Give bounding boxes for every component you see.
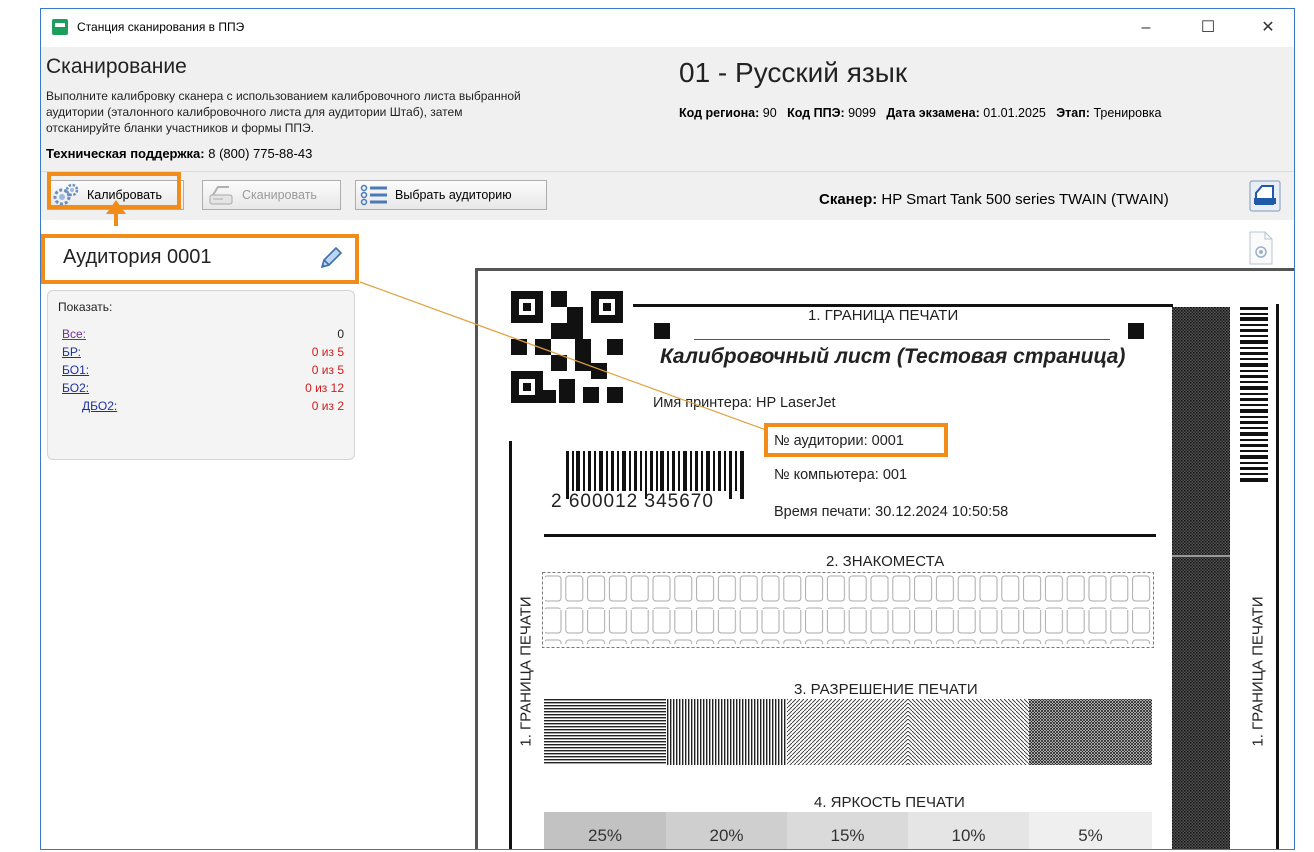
printer-name: Имя принтера: HP LaserJet <box>653 395 836 411</box>
stage-value: Тренировка <box>1093 106 1162 120</box>
room-name: Аудитория 0001 <box>63 246 212 268</box>
stage-label: Этап: <box>1056 106 1090 120</box>
support-info: Техническая поддержка: 8 (800) 775-88-43 <box>46 146 312 161</box>
brightness-scale: 25% 20% 15% 10% 5% <box>544 812 1152 849</box>
marker-square <box>654 323 670 339</box>
description-line: аудитории (эталонного калибровочного лис… <box>46 105 463 119</box>
minimize-button[interactable]: – <box>1123 13 1169 43</box>
scan-button[interactable]: Сканировать <box>202 180 341 210</box>
window-title: Станция сканирования в ППЭ <box>77 20 245 34</box>
filter-row-all: Все: 0 <box>62 327 344 345</box>
title-bar: Станция сканирования в ППЭ – ☐ ✕ <box>41 9 1294 47</box>
marker-square <box>1128 323 1144 339</box>
support-phone: 8 (800) 775-88-43 <box>208 146 313 161</box>
room-header: Аудитория 0001 <box>41 234 359 284</box>
filter-link-bo2[interactable]: БО2: <box>62 381 89 395</box>
exam-date-label: Дата экзамена: <box>886 106 980 120</box>
scanner-label: Сканер: <box>819 191 878 208</box>
scan-label: Сканировать <box>242 188 317 202</box>
main-area: Аудитория 0001 Показать: Все: 0 БР: 0 из… <box>41 220 1294 849</box>
brightness-cell: 20% <box>666 812 787 849</box>
calibrate-label: Калибровать <box>87 188 162 202</box>
ppe-code-value: 9099 <box>848 106 876 120</box>
filter-count: 0 из 2 <box>311 399 344 413</box>
border-rule <box>694 339 1110 340</box>
show-label: Показать: <box>58 300 113 314</box>
scanner-settings-icon[interactable] <box>1249 180 1281 212</box>
char-boxes-grid <box>542 572 1154 648</box>
filter-row-dbo2: ДБО2: 0 из 2 <box>82 399 344 417</box>
right-border-line <box>1276 304 1279 849</box>
support-label: Техническая поддержка: <box>46 146 205 161</box>
filter-row-bo1: БО1: 0 из 5 <box>62 363 344 381</box>
section-char-boxes: 2. ЗНАКОМЕСТА <box>826 553 945 570</box>
close-button[interactable]: ✕ <box>1245 13 1291 43</box>
gears-icon <box>53 183 79 206</box>
qr-code-icon <box>511 291 623 403</box>
print-time-line: Время печати: 30.12.2024 10:50:58 <box>774 504 1009 520</box>
exam-date-value: 01.01.2025 <box>983 106 1046 120</box>
filter-link-br[interactable]: БР: <box>62 345 81 359</box>
select-room-button[interactable]: Выбрать аудиторию <box>355 180 547 210</box>
section-resolution: 3. РАЗРЕШЕНИЕ ПЕЧАТИ <box>794 681 978 698</box>
document-filter-panel: Показать: Все: 0 БР: 0 из 5 БО1: 0 из 5 … <box>47 290 355 460</box>
app-icon <box>52 19 68 35</box>
barcode-number: 2 600012 345670 <box>551 491 714 512</box>
filter-link-bo1[interactable]: БО1: <box>62 363 89 377</box>
exam-meta: Код региона: 90 Код ППЭ: 9099 Дата экзам… <box>679 106 1161 120</box>
scanner-info: Сканер: HP Smart Tank 500 series TWAIN (… <box>819 191 1169 208</box>
filter-row-br: БР: 0 из 5 <box>62 345 344 363</box>
computer-number-line: № компьютера: 001 <box>774 467 908 483</box>
brightness-cell: 25% <box>544 812 666 849</box>
printer-value: HP LaserJet <box>756 395 836 411</box>
left-border-line <box>509 441 512 849</box>
region-code-label: Код региона: <box>679 106 760 120</box>
brightness-cell: 10% <box>908 812 1029 849</box>
filter-count: 0 из 5 <box>311 345 344 359</box>
side-label-right: 1. ГРАНИЦА ПЕЧАТИ <box>1249 596 1267 747</box>
maximize-button[interactable]: ☐ <box>1185 13 1231 43</box>
sheet-title: Калибровочный лист (Тестовая страница) <box>660 345 1126 368</box>
printer-label: Имя принтера: <box>653 395 752 411</box>
exam-subject: 01 - Русский язык <box>679 57 908 88</box>
filter-link-dbo2[interactable]: ДБО2: <box>82 399 117 413</box>
list-icon <box>360 184 387 206</box>
room-number-line: № аудитории: 0001 <box>774 433 904 449</box>
select-room-label: Выбрать аудиторию <box>395 188 512 202</box>
divider-line <box>544 534 1156 537</box>
pencil-icon[interactable] <box>317 244 345 272</box>
side-halftone-strip <box>1172 307 1230 849</box>
ppe-code-label: Код ППЭ: <box>787 106 845 120</box>
scanner-icon <box>209 186 233 205</box>
scanner-name: HP Smart Tank 500 series TWAIN (TWAIN) <box>881 191 1169 208</box>
preview-icon[interactable] <box>1247 230 1275 266</box>
filter-count: 0 из 5 <box>311 363 344 377</box>
section-brightness: 4. ЯРКОСТЬ ПЕЧАТИ <box>814 794 965 811</box>
calibrate-button[interactable]: Калибровать <box>47 180 184 210</box>
brightness-cell: 15% <box>787 812 908 849</box>
filter-count: 0 из 12 <box>305 381 344 395</box>
app-window: Станция сканирования в ППЭ – ☐ ✕ Сканиро… <box>40 8 1295 850</box>
side-label-left: 1. ГРАНИЦА ПЕЧАТИ <box>517 596 535 747</box>
toolbar: Калибровать Сканировать Выбрать аудитори… <box>41 171 1294 221</box>
region-code-value: 90 <box>762 106 777 120</box>
resolution-patterns <box>544 699 1152 765</box>
section-print-border: 1. ГРАНИЦА ПЕЧАТИ <box>808 307 959 324</box>
calibration-sheet-preview: 1. ГРАНИЦА ПЕЧАТИ Калибровочный лист (Те… <box>475 268 1294 849</box>
description-line: отсканируйте бланки участников и формы П… <box>46 121 315 135</box>
page-header: Сканирование Выполните калибровку сканер… <box>41 47 1294 171</box>
filter-row-bo2: БО2: 0 из 12 <box>62 381 344 399</box>
filter-count: 0 <box>337 327 344 341</box>
vertical-barcode-icon <box>1240 307 1268 482</box>
page-title: Сканирование <box>46 55 187 78</box>
description-line: Выполните калибровку сканера с использов… <box>46 89 521 103</box>
filter-link-all[interactable]: Все: <box>62 327 86 341</box>
brightness-cell: 5% <box>1029 812 1152 849</box>
